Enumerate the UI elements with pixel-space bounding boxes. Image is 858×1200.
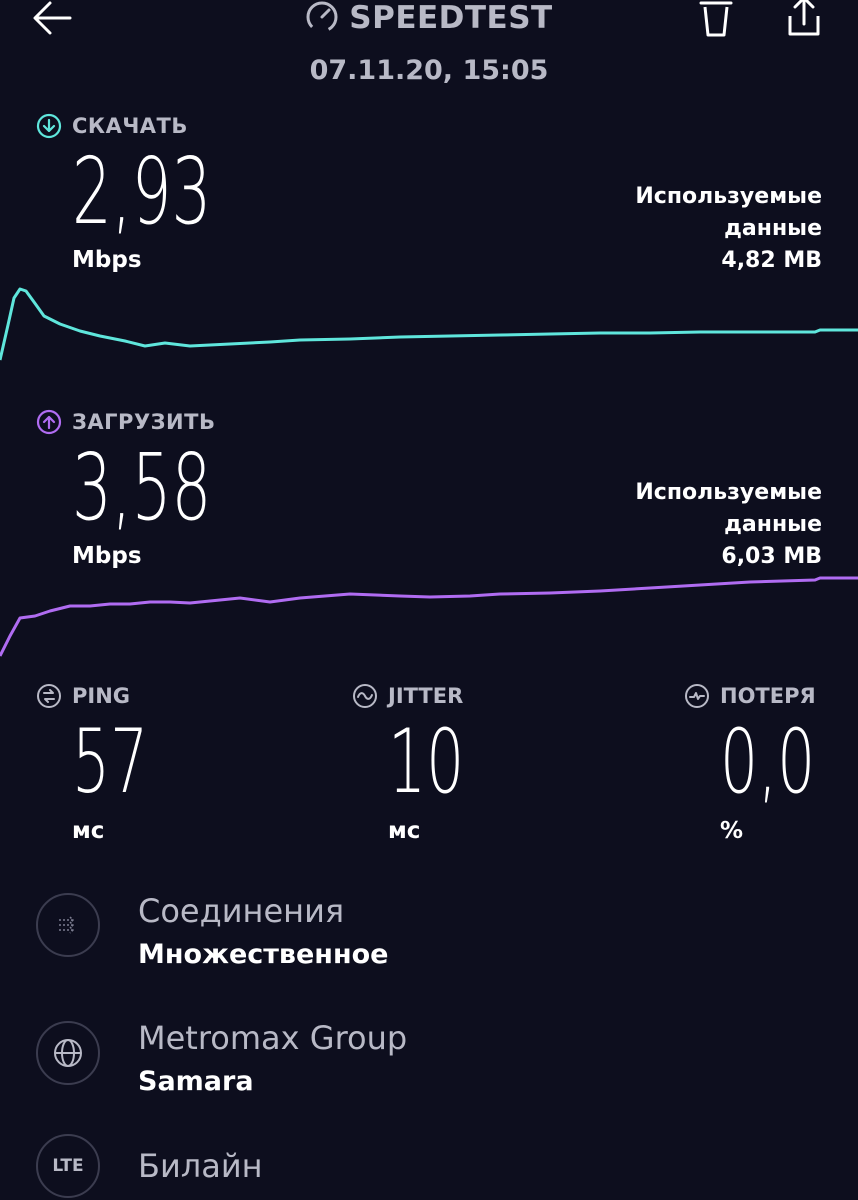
download-graph — [0, 287, 858, 361]
upload-arrow-icon — [36, 409, 62, 435]
data-used-value: 6,03 MB — [721, 544, 822, 569]
download-label-text: СКАЧАТЬ — [72, 114, 188, 138]
jitter-icon — [353, 684, 377, 708]
download-unit: Mbps — [72, 247, 142, 273]
provider-title: Билайн — [138, 1147, 263, 1185]
share-button[interactable] — [780, 0, 828, 40]
download-data-used: Используемые данные 4,82 MB — [635, 181, 822, 277]
data-used-label: данные — [724, 216, 822, 241]
provider-icon-circle: LTE — [36, 1134, 100, 1198]
upload-label: ЗАГРУЗИТЬ — [36, 409, 215, 435]
download-speed-value: 2,93 — [72, 138, 212, 245]
server-title: Metromax Group — [138, 1019, 408, 1057]
app-title-text: SPEEDTEST — [349, 0, 553, 36]
upload-label-text: ЗАГРУЗИТЬ — [72, 410, 216, 434]
lte-icon: LTE — [52, 1156, 84, 1176]
test-datetime: 07.11.20, 15:05 — [309, 55, 549, 86]
ping-value: 57 — [72, 710, 149, 813]
multi-arrows-icon — [59, 916, 75, 934]
data-used-value: 4,82 MB — [721, 248, 822, 273]
ping-label: PING — [36, 683, 130, 709]
ping-unit: мс — [72, 818, 105, 844]
upload-data-used: Используемые данные 6,03 MB — [635, 477, 822, 573]
connections-icon-circle — [36, 893, 100, 957]
upload-unit: Mbps — [72, 543, 142, 569]
connections-title: Соединения — [138, 892, 345, 930]
packet-loss-icon — [685, 684, 709, 708]
data-used-label: Используемые — [635, 480, 822, 505]
trash-icon — [699, 1, 733, 37]
download-label: СКАЧАТЬ — [36, 113, 188, 139]
upload-speed-value: 3,58 — [72, 434, 212, 541]
server-location: Samara — [138, 1066, 254, 1097]
upload-graph — [0, 576, 858, 657]
speedometer-icon — [306, 0, 338, 32]
download-arrow-icon — [36, 113, 62, 139]
jitter-unit: мс — [388, 818, 421, 844]
jitter-value: 10 — [388, 710, 465, 813]
upload-graph-line — [0, 576, 858, 657]
share-icon — [788, 0, 820, 36]
data-used-label: Используемые — [635, 184, 822, 209]
jitter-label: JITTER — [352, 683, 463, 709]
loss-label: ПОТЕРЯ — [684, 683, 816, 709]
download-graph-line — [0, 287, 858, 361]
ping-icon — [37, 684, 61, 708]
ping-label-text: PING — [72, 684, 131, 708]
globe-icon — [54, 1039, 82, 1067]
connections-value: Множественное — [138, 939, 389, 970]
loss-value: 0,0 — [720, 710, 816, 813]
loss-unit: % — [720, 818, 744, 844]
delete-button[interactable] — [692, 0, 740, 42]
jitter-label-text: JITTER — [388, 684, 464, 708]
loss-label-text: ПОТЕРЯ — [720, 684, 816, 708]
data-used-label: данные — [724, 512, 822, 537]
server-icon-circle — [36, 1021, 100, 1085]
